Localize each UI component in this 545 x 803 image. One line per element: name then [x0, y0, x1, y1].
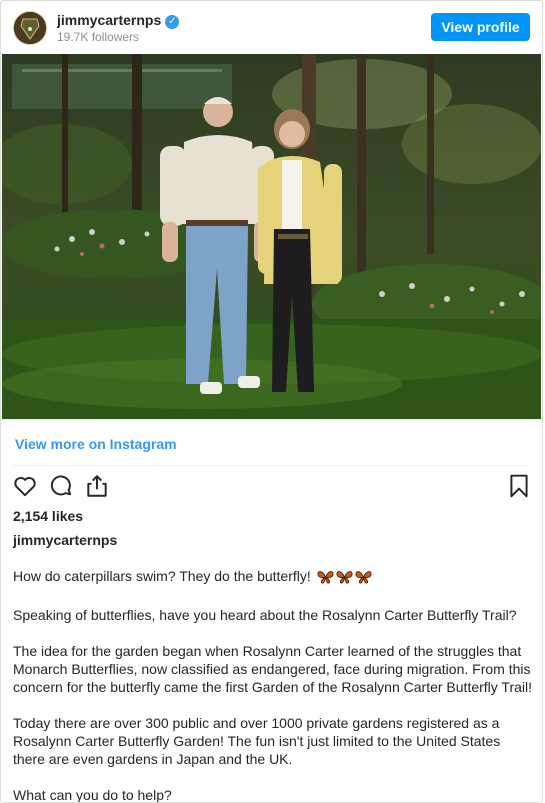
butterfly-emoji-icon [317, 570, 334, 588]
post-header: jimmycarternps ✓ 19.7K followers View pro… [1, 1, 542, 53]
share-icon[interactable] [84, 473, 112, 501]
verified-badge-icon: ✓ [165, 15, 180, 29]
profile-avatar[interactable] [13, 11, 47, 45]
caption-paragraph: How do caterpillars swim? They do the bu… [13, 567, 532, 588]
follower-count: 19.7K followers [57, 30, 140, 44]
view-profile-button[interactable]: View profile [431, 13, 530, 41]
action-bar [1, 471, 542, 503]
caption-text: How do caterpillars swim? They do the bu… [13, 568, 311, 584]
butterfly-emoji-icon [355, 570, 372, 588]
username[interactable]: jimmycarternps [57, 12, 161, 28]
butterfly-emoji-icon [336, 570, 353, 588]
heart-icon[interactable] [12, 473, 40, 501]
caption-author[interactable]: jimmycarternps [13, 532, 117, 548]
post-photo[interactable] [2, 54, 541, 419]
garden-photo-image [2, 54, 541, 419]
bookmark-icon[interactable] [506, 473, 534, 501]
instagram-embed-card: jimmycarternps ✓ 19.7K followers View pro… [0, 0, 543, 803]
caption-paragraph: What can you do to help? [13, 787, 172, 803]
caption-paragraph: The idea for the garden began when Rosal… [13, 643, 533, 695]
nps-arrowhead-logo-icon [14, 12, 46, 44]
like-count[interactable]: 2,154 likes [13, 508, 83, 524]
view-more-link[interactable]: View more on Instagram [15, 436, 177, 452]
photo-divider [1, 419, 542, 420]
actions-divider [13, 465, 530, 466]
post-caption: How do caterpillars swim? They do the bu… [13, 567, 533, 803]
caption-paragraph: Speaking of butterflies, have you heard … [13, 607, 517, 623]
username-row[interactable]: jimmycarternps ✓ [57, 12, 180, 29]
comment-icon[interactable] [48, 473, 76, 501]
caption-paragraph: Today there are over 300 public and over… [13, 715, 501, 767]
